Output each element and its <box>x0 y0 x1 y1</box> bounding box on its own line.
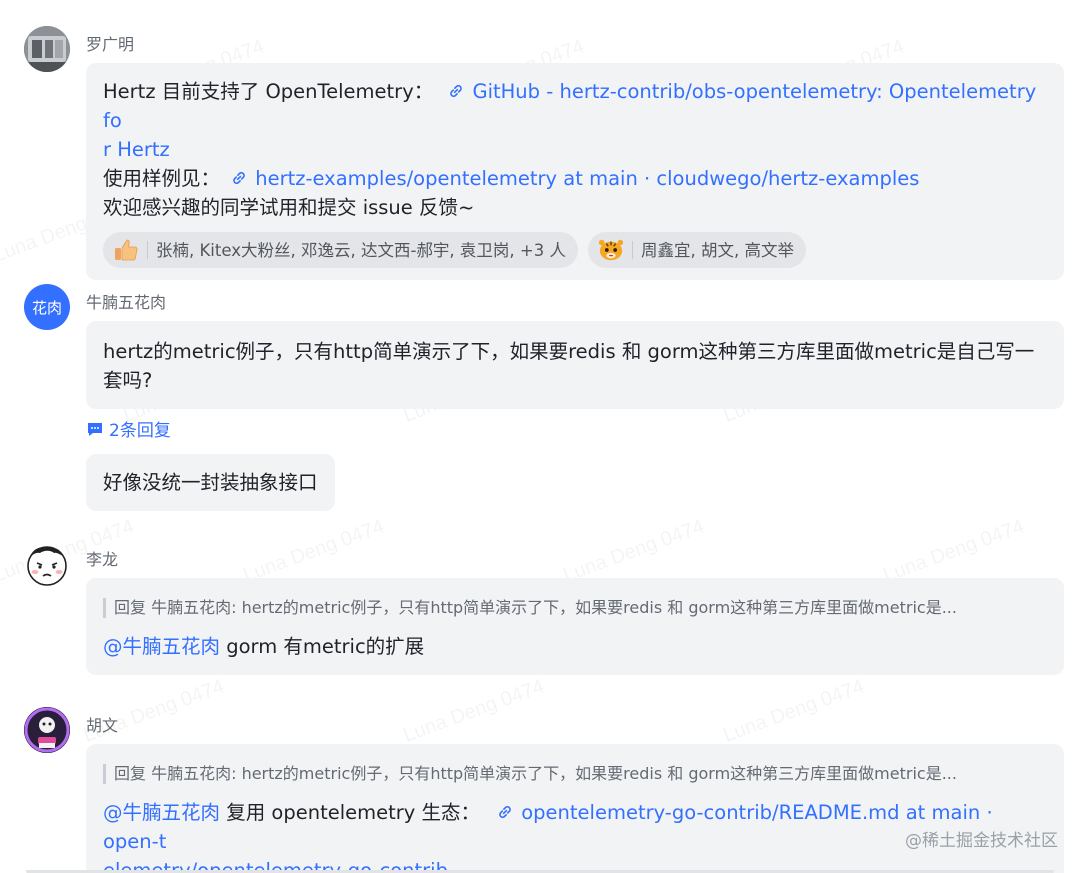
link-text-cont[interactable]: r Hertz <box>103 138 170 161</box>
message-bubble: hertz的metric例子，只有http简单演示了下，如果要redis 和 g… <box>86 321 1064 409</box>
character-avatar-icon <box>24 707 70 753</box>
divider <box>147 241 148 259</box>
divider <box>631 241 633 259</box>
avatar[interactable] <box>24 707 70 753</box>
message-bubble: 回复 牛腩五花肉: hertz的metric例子，只有http简单演示了下，如果… <box>86 744 1064 873</box>
link-icon <box>499 806 512 818</box>
message-text: Hertz 目前支持了 OpenTelemetry： <box>103 80 434 103</box>
watermark: Luna Deng 0474 <box>241 515 388 587</box>
comment-icon <box>88 422 102 436</box>
link-icon <box>450 85 463 97</box>
reaction-users: 周鑫宜, 胡文, 高文举 <box>640 240 794 260</box>
message-bubble: Hertz 目前支持了 OpenTelemetry： GitHub - hert… <box>86 63 1064 280</box>
avatar[interactable] <box>24 541 70 587</box>
author-name[interactable]: 牛腩五花肉 <box>86 289 166 313</box>
reaction-chip[interactable]: 周鑫宜, 胡文, 高文举 <box>587 232 806 268</box>
avatar[interactable] <box>24 26 70 72</box>
message-line: Hertz 目前支持了 OpenTelemetry： GitHub - hert… <box>103 77 1047 164</box>
source-watermark: @稀土掘金技术社区 <box>905 831 1058 851</box>
reaction-chip[interactable]: 张楠, Kitex大粉丝, 邓逸云, 达文西-郝宇, 袁卫岗, +3 人 <box>103 232 578 268</box>
message-text: 复用 opentelemetry 生态： <box>220 801 481 824</box>
message-text: 好像没统一封装抽象接口 <box>103 471 318 494</box>
link-icon <box>233 172 246 184</box>
mention-link[interactable]: @牛腩五花肉 <box>103 801 220 824</box>
message-text: 使用样例见： <box>103 167 221 190</box>
reply-quote[interactable]: 回复 牛腩五花肉: hertz的metric例子，只有http简单演示了下，如果… <box>103 598 1047 618</box>
avatar-text: 花肉 <box>31 298 62 317</box>
author-name[interactable]: 李龙 <box>86 546 118 570</box>
watermark: Luna Deng 0474 <box>881 515 1028 587</box>
author-name[interactable]: 胡文 <box>86 712 118 736</box>
reactions-bar: 张楠, Kitex大粉丝, 邓逸云, 达文西-郝宇, 袁卫岗, +3 人 周鑫宜… <box>103 232 1047 268</box>
photo-avatar-icon <box>24 26 70 72</box>
author-name[interactable]: 罗广明 <box>86 31 134 55</box>
watermark: Luna Deng 0474 <box>561 515 708 587</box>
reply-quote[interactable]: 回复 牛腩五花肉: hertz的metric例子，只有http简单演示了下，如果… <box>103 764 1047 784</box>
message-bubble: 回复 牛腩五花肉: hertz的metric例子，只有http简单演示了下，如果… <box>86 578 1064 675</box>
message-bubble: 好像没统一封装抽象接口 <box>86 454 335 511</box>
reaction-users: 张楠, Kitex大粉丝, 邓逸云, 达文西-郝宇, 袁卫岗, +3 人 <box>156 240 566 260</box>
message-text: hertz的metric例子，只有http简单演示了下，如果要redis 和 g… <box>103 340 1035 392</box>
tiger-icon <box>598 237 624 263</box>
cartoon-face-icon <box>27 546 67 586</box>
replies-link[interactable]: 2条回复 <box>86 416 171 441</box>
mention-link[interactable]: @牛腩五花肉 <box>103 635 220 658</box>
message-line: 使用样例见： hertz-examples/opentelemetry at m… <box>103 164 1047 193</box>
watermark: Luna Deng 0474 <box>721 675 868 747</box>
thumbs-up-icon <box>113 237 139 263</box>
link-text[interactable]: hertz-examples/opentelemetry at main · c… <box>255 167 919 190</box>
watermark: Luna Deng 0474 <box>401 675 548 747</box>
replies-count[interactable]: 2条回复 <box>109 416 171 441</box>
avatar[interactable]: 花肉 <box>24 284 70 330</box>
message-text: 欢迎感兴趣的同学试用和提交 issue 反馈~ <box>103 196 475 219</box>
message-line: @牛腩五花肉 gorm 有metric的扩展 <box>103 632 1047 661</box>
message-text: gorm 有metric的扩展 <box>220 635 425 658</box>
examples-link[interactable]: hertz-examples/opentelemetry at main · c… <box>230 167 919 190</box>
